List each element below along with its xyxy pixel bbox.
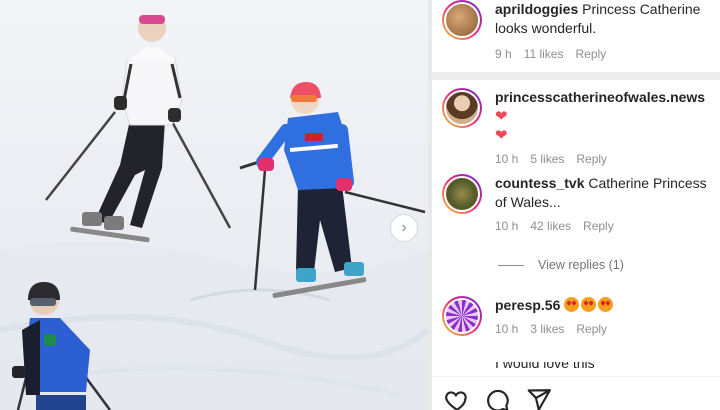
comment-likes[interactable]: 11 likes bbox=[524, 45, 564, 64]
avatar[interactable] bbox=[442, 88, 482, 128]
comment-time: 10 h bbox=[495, 219, 519, 233]
heart-emoji-icon: ❤ bbox=[495, 127, 508, 144]
comment-likes[interactable]: 42 likes bbox=[530, 217, 571, 236]
comment-username[interactable]: countess_tvk bbox=[495, 175, 584, 191]
comment-time: 9 h bbox=[495, 47, 512, 61]
ski-scene-image bbox=[0, 11, 428, 410]
person-avatar-image bbox=[444, 90, 480, 126]
heart-emoji-icon: ❤ bbox=[495, 108, 508, 125]
heart-eyes-emoji-icon bbox=[598, 297, 614, 312]
comment-username[interactable]: peresp.56 bbox=[495, 297, 560, 313]
heart-eyes-emoji-icon bbox=[564, 297, 580, 312]
avatar[interactable] bbox=[442, 296, 482, 336]
pattern-avatar-image bbox=[444, 298, 480, 334]
avatar[interactable] bbox=[442, 174, 482, 214]
dog-avatar-image bbox=[444, 2, 480, 38]
comment-time: 10 h bbox=[495, 322, 519, 336]
comment-likes[interactable]: 5 likes bbox=[530, 150, 564, 169]
comment-username[interactable]: aprildoggies bbox=[495, 1, 578, 17]
comment-username[interactable]: princesscatherineofwales.news bbox=[495, 89, 705, 105]
heart-eyes-emoji-icon bbox=[581, 297, 597, 312]
post-photo[interactable]: › bbox=[0, 0, 428, 410]
comments-panel-lower: princesscatherineofwales.news ❤ ❤ 10 h 5 … bbox=[432, 80, 720, 410]
chevron-right-icon: › bbox=[401, 219, 407, 236]
reply-button[interactable]: Reply bbox=[583, 217, 614, 236]
comment-likes[interactable]: 3 likes bbox=[530, 320, 564, 339]
reply-button[interactable]: Reply bbox=[576, 150, 607, 169]
avatar[interactable] bbox=[442, 0, 482, 40]
reply-button[interactable]: Reply bbox=[576, 320, 607, 339]
adult-skier bbox=[45, 11, 232, 243]
carousel-next-button[interactable]: › bbox=[390, 214, 418, 242]
comment-time: 10 h bbox=[495, 152, 519, 166]
person-avatar-image bbox=[444, 176, 480, 212]
reply-button[interactable]: Reply bbox=[575, 45, 606, 64]
section-divider bbox=[432, 72, 720, 80]
